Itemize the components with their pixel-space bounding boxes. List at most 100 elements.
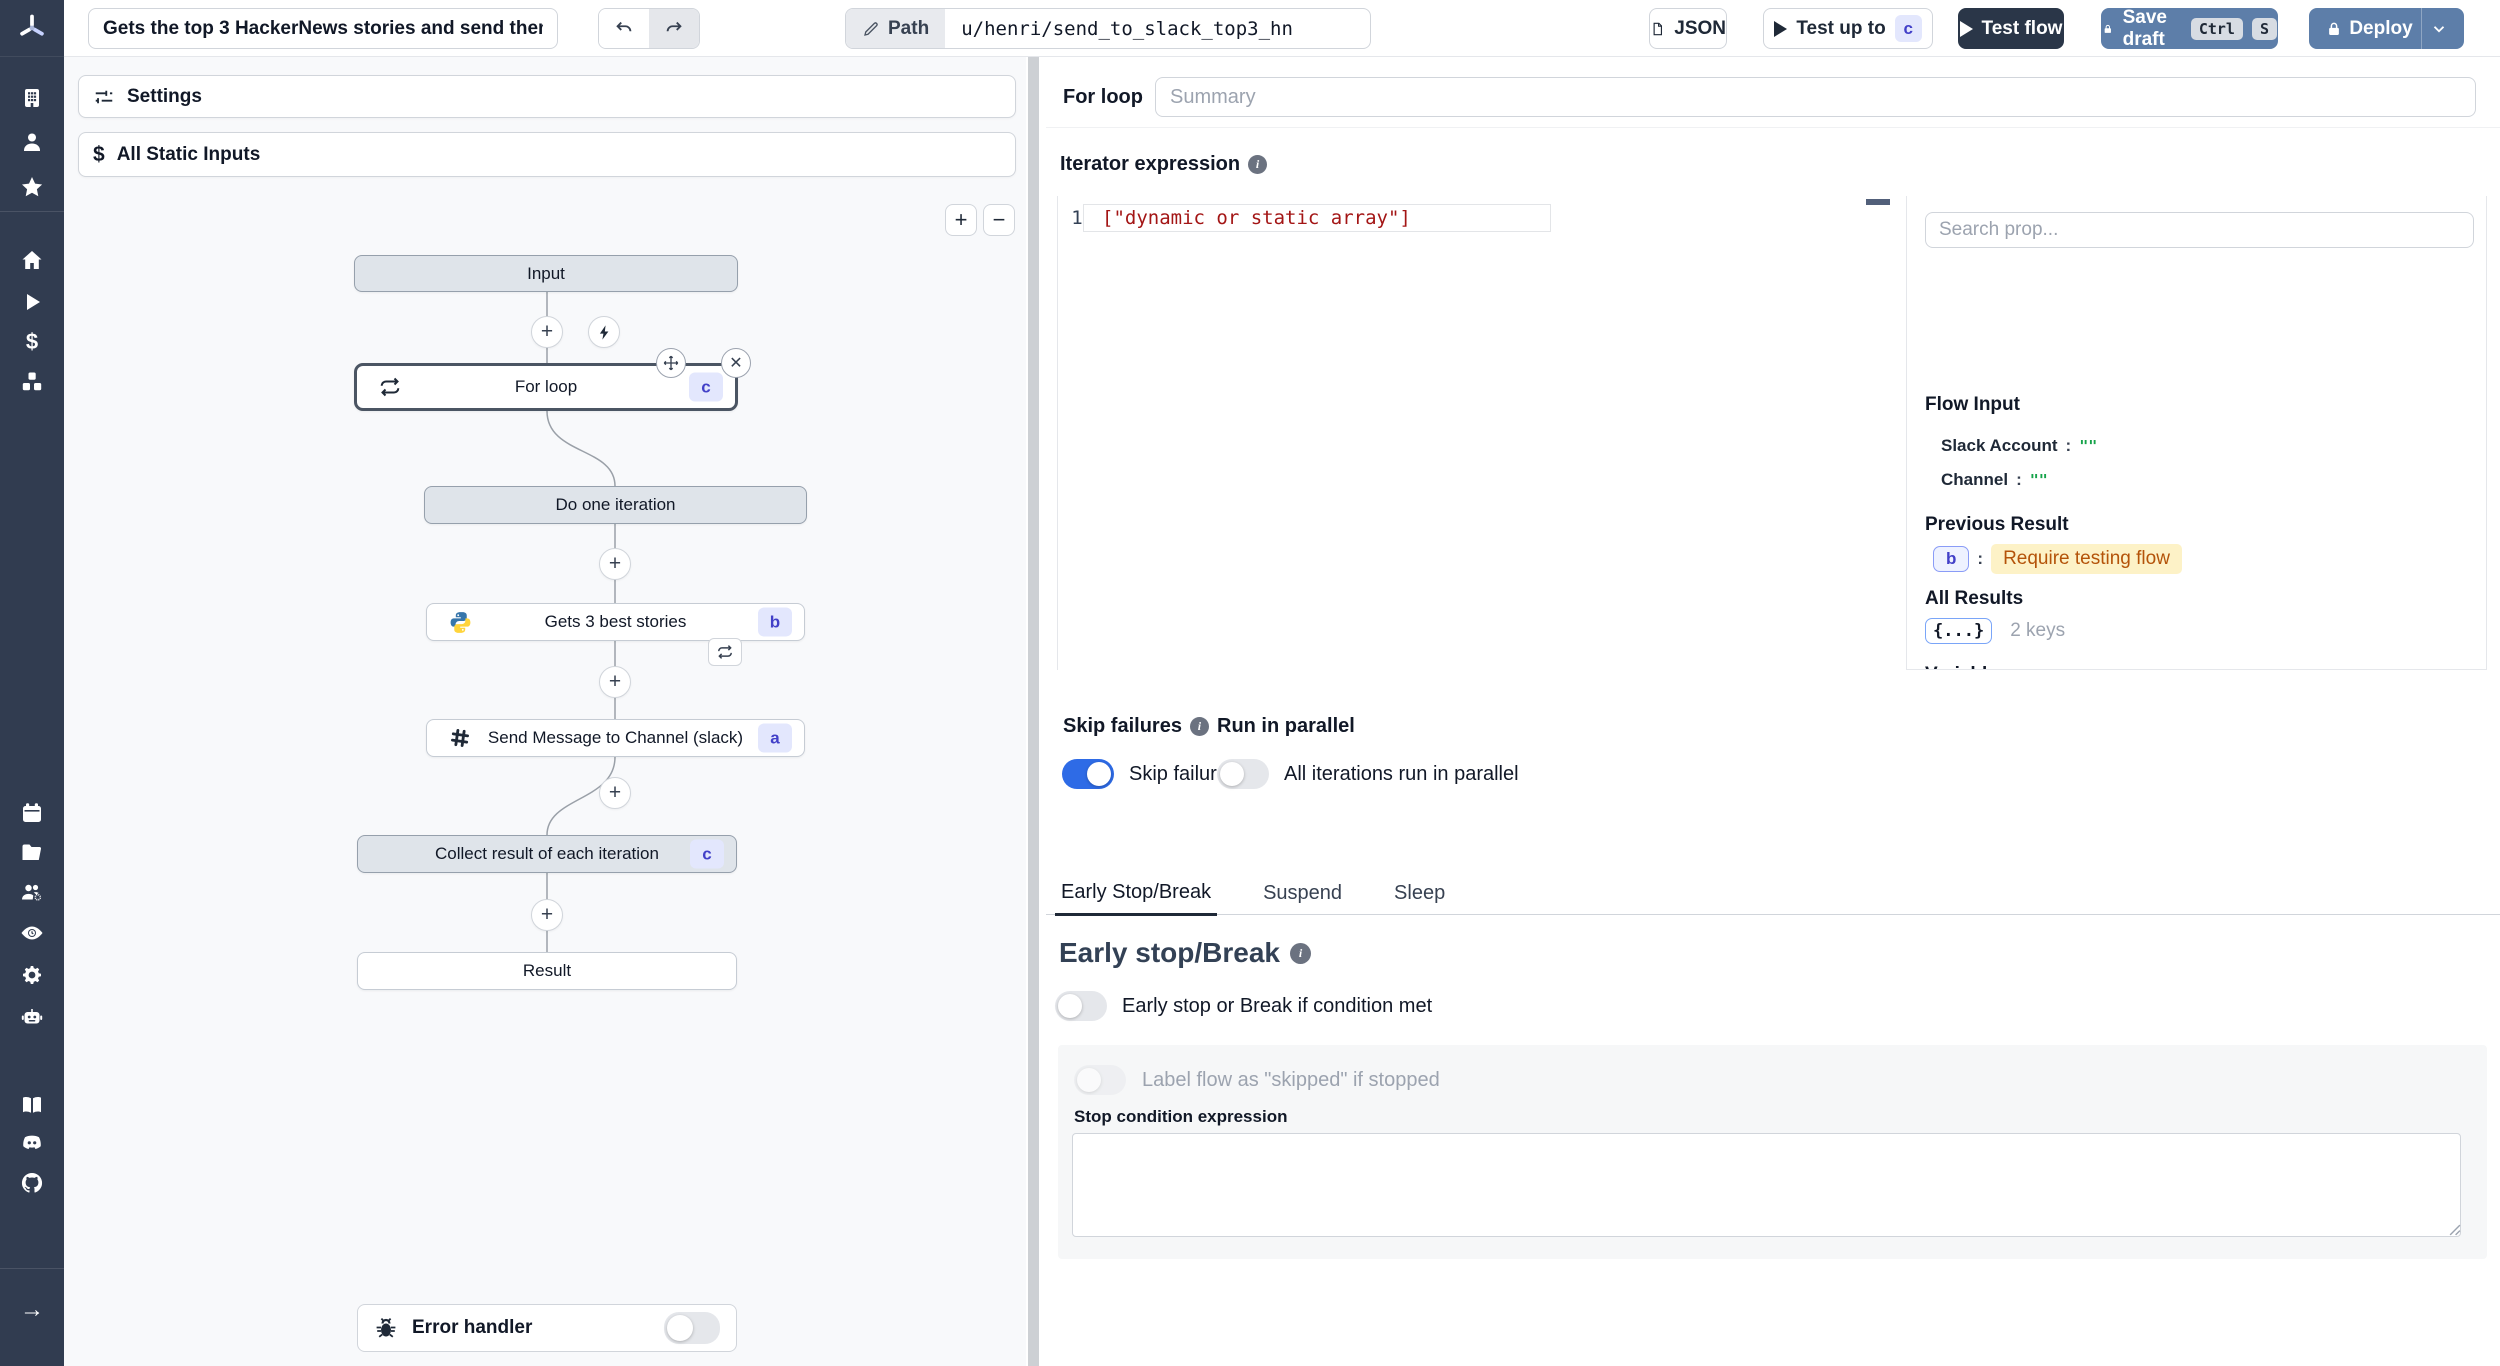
editor-line-number: 1 [1071, 207, 1083, 229]
flow-title-input[interactable] [88, 8, 558, 49]
redo-icon [666, 21, 682, 31]
error-handler-toggle[interactable] [664, 1312, 720, 1344]
label-skipped-label: Label flow as "skipped" if stopped [1142, 1068, 1440, 1091]
test-flow-button[interactable]: Test flow [1958, 8, 2064, 49]
loop-icon [377, 374, 403, 400]
insert-step-button[interactable]: + [531, 316, 563, 348]
info-icon[interactable]: i [1189, 717, 1209, 736]
windmill-flow-editor: $ → Gets the top 3 HackerNews stories an… [0, 0, 2500, 1366]
play-icon [1959, 20, 1973, 37]
workspace-icon[interactable] [20, 86, 44, 110]
play-icon [1774, 20, 1788, 37]
undo-button[interactable] [599, 9, 649, 48]
node-id-badge: b [758, 607, 792, 637]
windmill-logo[interactable] [0, 0, 64, 57]
search-prop-input[interactable] [1925, 212, 2474, 248]
info-icon[interactable]: i [1248, 155, 1268, 174]
trigger-lightning-button[interactable] [588, 316, 620, 348]
resources-cubes-icon[interactable] [20, 370, 44, 394]
schedules-calendar-icon[interactable] [20, 801, 44, 825]
docs-book-icon[interactable] [20, 1093, 44, 1117]
tab-sleep[interactable]: Sleep [1388, 882, 1451, 914]
flow-input-row[interactable]: Channel : "" [1941, 470, 2048, 490]
run-in-parallel-row: All iterations run in parallel [1217, 759, 1519, 789]
flow-input-row[interactable]: Slack Account : "" [1941, 436, 2097, 456]
json-button[interactable]: JSON [1649, 8, 1727, 49]
deploy-lock-icon [2329, 22, 2340, 35]
runs-play-icon[interactable] [20, 290, 44, 314]
node-result[interactable]: Result [357, 952, 737, 990]
node-id-badge: c [690, 839, 724, 869]
node-send-message-to-channel[interactable]: Send Message to Channel (slack) a [426, 719, 805, 757]
loop-over-button[interactable] [708, 638, 742, 666]
test-up-to-button[interactable]: Test up to c [1763, 8, 1933, 49]
step-title: For loop [1063, 86, 1143, 108]
variables-dollar-icon[interactable]: $ [20, 330, 44, 354]
prev-step-badge[interactable]: b [1933, 546, 1970, 572]
pencil-icon [864, 21, 878, 36]
skip-failures-toggle[interactable] [1062, 759, 1114, 789]
flow-input-title: Flow Input [1925, 394, 2020, 415]
all-results-row: {...} 2 keys [1925, 618, 2065, 644]
editor-code: ["dynamic or static array"] [1102, 207, 1411, 229]
previous-result-title: Previous Result [1925, 514, 2069, 535]
insert-step-button[interactable]: + [599, 548, 631, 580]
home-icon[interactable] [20, 248, 44, 272]
summary-input[interactable] [1155, 77, 2476, 117]
chevron-down-icon[interactable] [2430, 20, 2448, 38]
insert-step-button[interactable]: + [531, 899, 563, 931]
redo-button[interactable] [649, 9, 699, 48]
panel-resizer[interactable] [1026, 57, 1046, 1366]
editor-minimap [1866, 199, 1890, 205]
node-input[interactable]: Input [354, 255, 738, 292]
flow-canvas[interactable]: Input + For loop c ✕ Do one iteration + … [64, 57, 1026, 1366]
discord-icon[interactable] [20, 1131, 44, 1155]
previous-result-row: b : Require testing flow [1933, 544, 2182, 574]
delete-node-button[interactable]: ✕ [721, 348, 751, 378]
object-expand-chip[interactable]: {...} [1925, 618, 1993, 644]
iterator-code-editor[interactable]: 1 ["dynamic or static array"] [1057, 196, 1906, 670]
expand-sidebar-arrow-icon[interactable]: → [20, 1298, 44, 1322]
label-skipped-toggle[interactable] [1074, 1065, 1126, 1095]
node-id-badge: a [758, 723, 792, 753]
github-icon[interactable] [20, 1171, 44, 1195]
save-draft-button[interactable]: Save draft Ctrl S [2101, 7, 2278, 50]
python-icon [447, 609, 473, 635]
user-icon[interactable] [20, 130, 44, 154]
path-field[interactable]: Path u/henri/send_to_slack_top3_hn [845, 8, 1371, 49]
stop-condition-section: Label flow as "skipped" if stopped Stop … [1058, 1045, 2487, 1259]
groups-users-icon[interactable] [20, 880, 44, 904]
node-gets-3-best-stories[interactable]: Gets 3 best stories b [426, 603, 805, 641]
insert-step-button[interactable]: + [599, 777, 631, 809]
close-icon: ✕ [729, 355, 743, 372]
insert-step-button[interactable]: + [599, 666, 631, 698]
run-in-parallel-title: Run in parallel [1217, 715, 1355, 737]
error-handler-box[interactable]: Error handler [357, 1304, 737, 1352]
folders-icon[interactable] [20, 840, 44, 864]
path-value: u/henri/send_to_slack_top3_hn [961, 17, 1293, 40]
info-icon[interactable]: i [1290, 942, 1311, 964]
lightning-icon [599, 324, 608, 340]
audit-eye-icon[interactable] [20, 921, 44, 945]
tab-early-stop-break[interactable]: Early Stop/Break [1055, 881, 1218, 916]
favorites-star-icon[interactable] [20, 175, 44, 199]
move-node-button[interactable] [656, 348, 686, 378]
tab-suspend[interactable]: Suspend [1257, 882, 1348, 914]
sidebar-separator [0, 211, 64, 212]
settings-gear-icon[interactable] [20, 963, 44, 987]
slack-icon [447, 725, 473, 751]
flow-graph-panel: Settings $ All Static Inputs + − Input +… [64, 57, 1026, 1366]
run-in-parallel-toggle[interactable] [1217, 759, 1269, 789]
variables-title: Variables [1925, 664, 2008, 669]
early-stop-toggle[interactable] [1055, 991, 1107, 1021]
stop-condition-textarea[interactable] [1072, 1133, 2461, 1237]
require-testing-flow-badge: Require testing flow [1991, 544, 2182, 574]
node-collect-result[interactable]: Collect result of each iteration c [357, 835, 737, 873]
node-do-one-iteration[interactable]: Do one iteration [424, 486, 807, 524]
early-stop-condition-row: Early stop or Break if condition met [1055, 991, 1432, 1021]
deploy-button[interactable]: Deploy [2309, 8, 2464, 49]
iterator-expression-label: Iterator expression i [1060, 153, 1268, 176]
label-skipped-row: Label flow as "skipped" if stopped [1074, 1065, 1440, 1095]
ai-robot-icon[interactable] [20, 1005, 44, 1029]
bug-icon [376, 1317, 396, 1338]
